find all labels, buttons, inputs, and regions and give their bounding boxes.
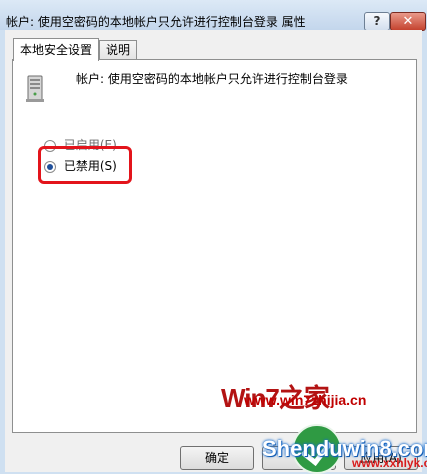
tab-explain[interactable]: 说明 [99, 40, 138, 59]
title-bar: 帐户: 使用空密码的本地帐户只允许进行控制台登录 属性 ? ✕ [0, 0, 427, 31]
server-policy-icon [25, 75, 45, 106]
ok-label: 确定 [204, 451, 229, 465]
help-icon: ? [373, 14, 381, 28]
close-button[interactable]: ✕ [390, 12, 426, 31]
tab-label: 本地安全设置 [20, 43, 93, 57]
tab-panel [12, 59, 417, 433]
tab-local-security-setting[interactable]: 本地安全设置 [13, 38, 100, 61]
window-title: 帐户: 使用空密码的本地帐户只允许进行控制台登录 属性 [6, 15, 306, 29]
watermark-site: www.win7zhijia.cn [244, 392, 367, 408]
close-icon: ✕ [402, 14, 414, 29]
policy-name: 帐户: 使用空密码的本地帐户只允许进行控制台登录 [76, 72, 348, 86]
ok-button[interactable]: 确定 [180, 446, 254, 470]
red-highlight-box [38, 146, 132, 184]
help-button[interactable]: ? [364, 12, 390, 31]
watermark-url: www.xxhlyk.com [352, 456, 427, 470]
tab-label: 说明 [106, 43, 131, 57]
